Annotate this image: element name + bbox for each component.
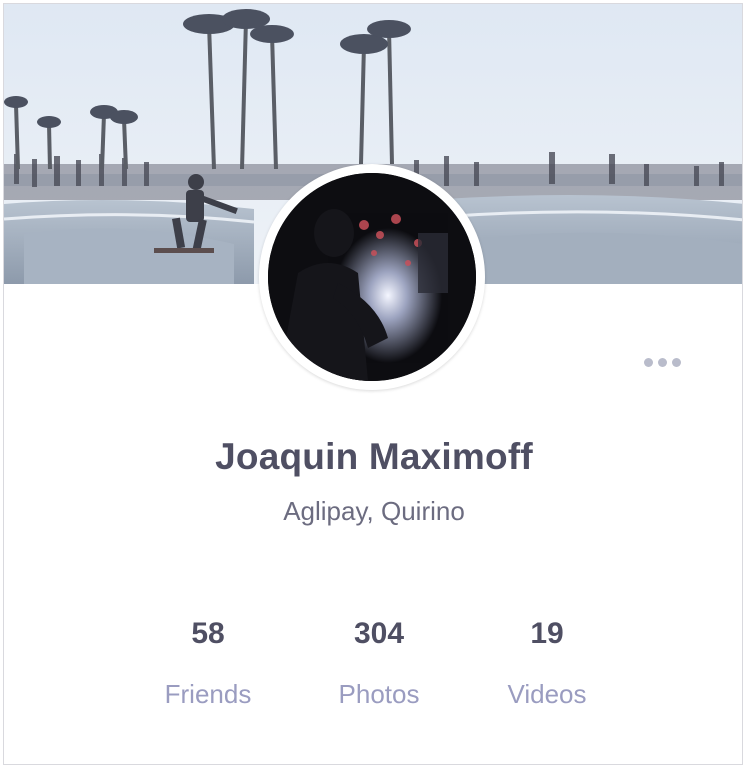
avatar[interactable] (259, 164, 485, 390)
videos-count: 19 (530, 617, 564, 650)
profile-stats: 58 Friends 304 Photos 19 Videos (4, 612, 742, 732)
more-horizontal-icon (657, 357, 667, 367)
videos-label: Videos (507, 679, 587, 709)
avatar-photo (268, 173, 476, 381)
photos-label: Photos (338, 679, 420, 709)
more-horizontal-icon (643, 357, 653, 367)
more-options-button[interactable] (636, 348, 688, 376)
stat-friends[interactable]: 58 Friends (123, 612, 293, 710)
profile-name: Joaquin Maximoff (215, 436, 533, 477)
photos-count: 304 (353, 617, 405, 650)
friends-count: 58 (191, 617, 225, 650)
friends-label: Friends (164, 679, 252, 709)
stat-videos[interactable]: 19 Videos (462, 612, 632, 710)
stat-photos[interactable]: 304 Photos (294, 612, 464, 710)
profile-card: Joaquin Maximoff Aglipay, Quirino 58 Fri… (3, 3, 743, 765)
profile-location: Aglipay, Quirino (283, 496, 465, 526)
more-horizontal-icon (671, 357, 681, 367)
